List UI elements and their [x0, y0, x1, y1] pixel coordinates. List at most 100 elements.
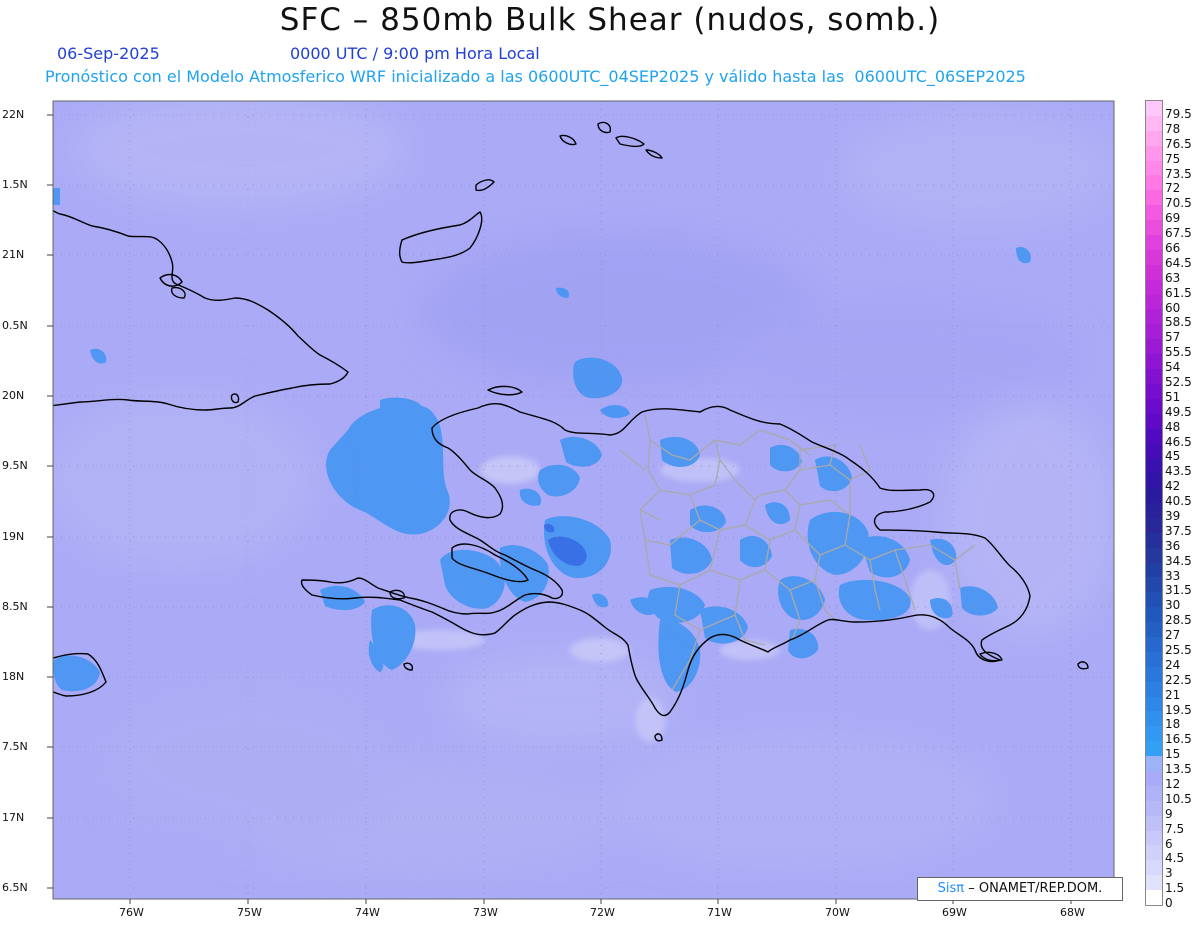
colorbar-label: 3 [1165, 866, 1173, 881]
colorbar-swatch [1146, 354, 1162, 370]
colorbar-swatch [1146, 622, 1162, 638]
lon-label: 74W [355, 906, 380, 919]
colorbar-label: 4.5 [1165, 851, 1185, 866]
lon-label: 76W [119, 906, 144, 919]
lon-label: 71W [707, 906, 732, 919]
colorbar-label: 72 [1165, 181, 1181, 196]
colorbar-label: 79.5 [1165, 107, 1192, 121]
colorbar-label: 6 [1165, 836, 1173, 851]
colorbar-label: 10.5 [1165, 791, 1192, 806]
colorbar-label: 48 [1165, 419, 1181, 434]
colorbar-swatch [1146, 681, 1162, 697]
lat-label: 21N [2, 248, 25, 261]
colorbar-swatch [1146, 726, 1162, 742]
colorbar-swatch [1146, 845, 1162, 861]
colorbar-label: 45 [1165, 449, 1181, 464]
colorbar-swatch [1146, 294, 1162, 310]
colorbar-label: 40.5 [1165, 494, 1192, 509]
forecast-valid-time: 0000 UTC / 9:00 pm Hora Local [290, 44, 540, 63]
colorbar-swatch [1146, 860, 1162, 876]
colorbar-swatch [1146, 101, 1162, 116]
lon-label: 75W [237, 906, 262, 919]
colorbar-label: 73.5 [1165, 166, 1192, 181]
colorbar-swatch [1146, 264, 1162, 280]
colorbar-swatch [1146, 592, 1162, 608]
colorbar-swatch [1146, 547, 1162, 563]
lon-label: 68W [1060, 906, 1085, 919]
colorbar-label: 9 [1165, 806, 1173, 821]
colorbar-swatch [1146, 428, 1162, 444]
colorbar-label: 78 [1165, 121, 1181, 136]
colorbar-swatch [1146, 637, 1162, 652]
colorbar-label: 46.5 [1165, 434, 1192, 449]
colorbar-swatch [1146, 175, 1162, 191]
colorbar-label: 22.5 [1165, 672, 1192, 687]
lat-label: 8.5N [2, 600, 28, 613]
colorbar-label: 52.5 [1165, 375, 1192, 389]
colorbar-label: 31.5 [1165, 583, 1192, 598]
credit-text: – ONAMET/REP.DOM. [968, 881, 1103, 896]
colorbar-swatch [1146, 651, 1162, 667]
lat-label: 19N [2, 530, 25, 543]
lat-label: 22N [2, 108, 25, 121]
colorbar-swatch [1146, 666, 1162, 682]
colorbar-label: 30 [1165, 598, 1181, 613]
colorbar-label: 61.5 [1165, 285, 1192, 300]
colorbar-swatch [1146, 562, 1162, 578]
colorbar-swatch [1146, 517, 1162, 533]
colorbar-label: 39 [1165, 509, 1181, 523]
colorbar-label: 55.5 [1165, 345, 1192, 360]
colorbar-label: 18 [1165, 717, 1181, 732]
lon-label: 72W [590, 906, 615, 919]
lat-label: 6.5N [2, 881, 28, 894]
colorbar-swatch [1146, 488, 1162, 504]
colorbar-label: 66 [1165, 241, 1181, 255]
colorbar-swatch [1146, 458, 1162, 474]
colorbar-label: 15 [1165, 747, 1181, 762]
colorbar-swatch [1146, 890, 1162, 906]
forecast-date: 06-Sep-2025 [57, 44, 160, 63]
colorbar-swatch [1146, 205, 1162, 221]
colorbar-swatch [1146, 309, 1162, 325]
lat-label: 18N [2, 670, 25, 683]
colorbar-label: 70.5 [1165, 196, 1192, 211]
colorbar-label: 33 [1165, 568, 1181, 583]
colorbar-swatch [1146, 532, 1162, 548]
colorbar-swatch [1146, 130, 1162, 146]
colorbar-swatch [1146, 830, 1162, 846]
colorbar-swatch [1146, 339, 1162, 355]
colorbar-swatch [1146, 503, 1162, 518]
colorbar-label: 63 [1165, 270, 1181, 285]
colorbar-swatch [1146, 696, 1162, 712]
colorbar-label: 27 [1165, 628, 1181, 643]
colorbar-swatch [1146, 473, 1162, 489]
colorbar-swatch [1146, 756, 1162, 772]
colorbar-swatch [1146, 235, 1162, 250]
colorbar-swatch [1146, 443, 1162, 459]
lat-label: 9.5N [2, 459, 28, 472]
colorbar-label: 7.5 [1165, 821, 1185, 836]
colorbar-swatch [1146, 249, 1162, 265]
colorbar [1145, 100, 1163, 906]
lon-label: 73W [473, 906, 498, 919]
colorbar-swatch [1146, 383, 1162, 399]
colorbar-swatch [1146, 711, 1162, 727]
lat-label: 0.5N [2, 319, 28, 332]
colorbar-label: 28.5 [1165, 613, 1192, 628]
colorbar-swatch [1146, 398, 1162, 414]
colorbar-swatch [1146, 145, 1162, 161]
colorbar-label: 13.5 [1165, 762, 1192, 777]
colorbar-label: 64.5 [1165, 255, 1192, 270]
colorbar-swatch [1146, 800, 1162, 816]
credit-box: Sisπ – ONAMET/REP.DOM. [917, 877, 1123, 901]
forecast-description: Pronóstico con el Modelo Atmosferico WRF… [45, 67, 1026, 86]
weather-map [47, 100, 1115, 904]
colorbar-label: 49.5 [1165, 404, 1192, 419]
lat-label: 1.5N [2, 178, 28, 191]
colorbar-swatch [1146, 607, 1162, 623]
colorbar-label: 21 [1165, 687, 1181, 702]
colorbar-label: 37.5 [1165, 523, 1192, 538]
colorbar-label: 0 [1165, 896, 1173, 911]
colorbar-swatch [1146, 815, 1162, 831]
colorbar-swatch [1146, 785, 1162, 801]
